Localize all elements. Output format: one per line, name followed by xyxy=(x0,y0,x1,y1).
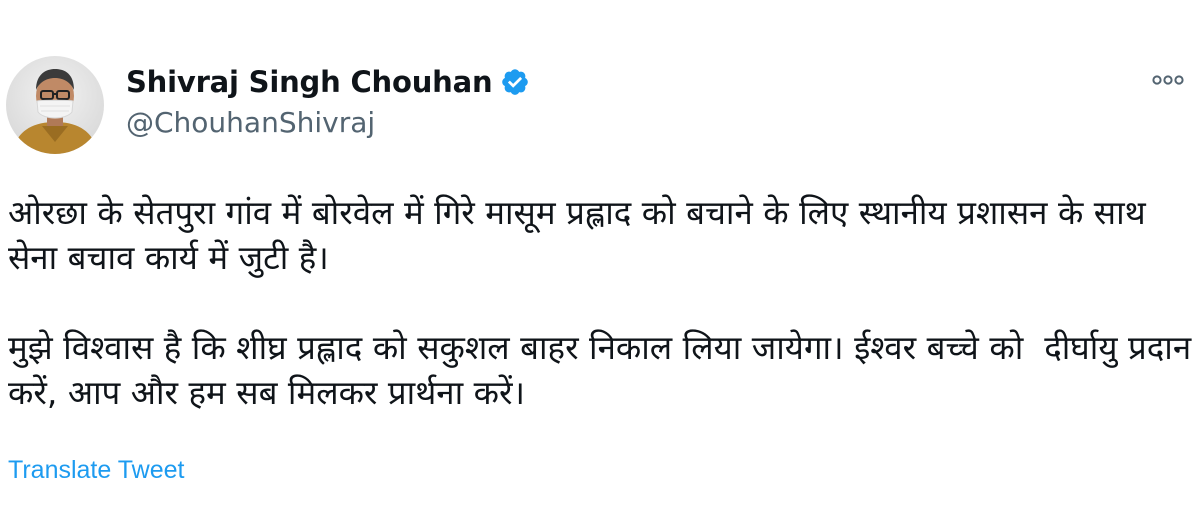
translate-tweet-link[interactable]: Translate Tweet xyxy=(8,456,184,485)
tweet-paragraph: मुझे विश्वास है कि शीघ्र प्रह्लाद को सकु… xyxy=(8,328,1192,412)
verified-badge-icon xyxy=(500,67,530,97)
tweet-paragraph: ओरछा के सेतपुरा गांव में बोरवेल में गिरे… xyxy=(8,193,1157,277)
avatar-image xyxy=(12,69,98,154)
author-display-name[interactable]: Shivraj Singh Chouhan xyxy=(126,65,493,99)
tweet: Shivraj Singh Chouhan @ChouhanShivraj ओर… xyxy=(0,0,1200,510)
avatar[interactable] xyxy=(6,56,104,154)
author-name-row: Shivraj Singh Chouhan xyxy=(126,62,530,102)
tweet-text: ओरछा के सेतपुरा गांव में बोरवेल में गिरे… xyxy=(8,190,1193,415)
author-handle[interactable]: @ChouhanShivraj xyxy=(126,106,375,139)
more-options-icon[interactable] xyxy=(1150,68,1186,92)
